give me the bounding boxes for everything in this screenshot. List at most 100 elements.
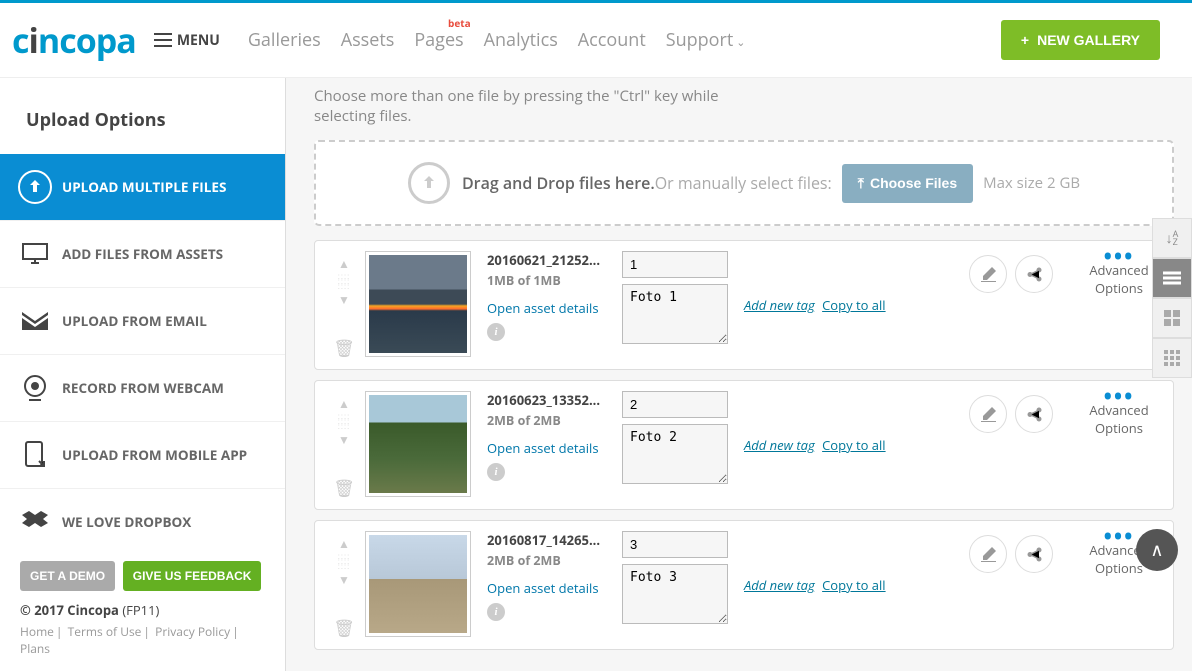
advanced-options[interactable]: ••• Advanced Options bbox=[1079, 391, 1159, 437]
max-size-label: Max size 2 GB bbox=[983, 173, 1080, 193]
order-input[interactable] bbox=[622, 251, 728, 278]
new-gallery-button[interactable]: NEW GALLERY bbox=[1001, 20, 1160, 60]
asset-filename: 20160623_13352... bbox=[487, 391, 612, 409]
sidebar-item-assets[interactable]: ADD FILES FROM ASSETS bbox=[0, 221, 285, 288]
footer-privacy[interactable]: Privacy Policy bbox=[155, 623, 230, 640]
add-tag-link[interactable]: Add new tag bbox=[744, 296, 815, 314]
asset-filename: 20160817_14265... bbox=[487, 531, 612, 549]
upload-arrow-icon bbox=[18, 170, 52, 204]
move-top-icon[interactable]: ▲ bbox=[338, 535, 350, 552]
nav-galleries[interactable]: Galleries bbox=[248, 28, 321, 52]
reorder-controls: ▲ :::::::::::: ▼ 🗑 bbox=[329, 391, 359, 499]
move-top-icon[interactable]: ▲ bbox=[338, 395, 350, 412]
dots-icon: ••• bbox=[1079, 391, 1159, 401]
edit-button[interactable] bbox=[969, 255, 1007, 293]
upload-hint: Choose more than one file by pressing th… bbox=[314, 86, 734, 140]
asset-thumbnail[interactable] bbox=[365, 251, 471, 357]
info-icon[interactable]: i bbox=[487, 323, 505, 341]
nav-analytics[interactable]: Analytics bbox=[484, 28, 558, 52]
move-bottom-icon[interactable]: ▼ bbox=[338, 571, 350, 588]
sidebar-item-mobile[interactable]: UPLOAD FROM MOBILE APP bbox=[0, 422, 285, 489]
info-icon[interactable]: i bbox=[487, 463, 505, 481]
drag-grip-icon[interactable]: :::::::::::: bbox=[338, 414, 350, 429]
asset-thumbnail[interactable] bbox=[365, 531, 471, 637]
nav-support[interactable]: Support⌄ bbox=[666, 28, 746, 52]
description-input[interactable]: Foto 1 bbox=[622, 284, 728, 344]
info-icon[interactable]: i bbox=[487, 603, 505, 621]
footer-home[interactable]: Home bbox=[20, 623, 54, 640]
copy-to-all-link[interactable]: Copy to all bbox=[822, 576, 885, 594]
footer-links: Home| Terms of Use| Privacy Policy| Plan… bbox=[20, 623, 265, 657]
asset-filesize: 2MB of 2MB bbox=[487, 552, 612, 569]
scroll-top-button[interactable]: ∧ bbox=[1136, 529, 1178, 571]
trash-icon[interactable]: 🗑 bbox=[333, 476, 355, 499]
trash-icon[interactable]: 🗑 bbox=[333, 336, 355, 359]
open-details-link[interactable]: Open asset details bbox=[487, 439, 612, 457]
reorder-controls: ▲ :::::::::::: ▼ 🗑 bbox=[329, 251, 359, 359]
feedback-button[interactable]: GIVE US FEEDBACK bbox=[123, 561, 262, 591]
asset-filesize: 1MB of 1MB bbox=[487, 272, 612, 289]
sidebar: Upload Options UPLOAD MULTIPLE FILES ADD… bbox=[0, 78, 286, 671]
asset-filesize: 2MB of 2MB bbox=[487, 412, 612, 429]
share-button[interactable] bbox=[1015, 535, 1053, 573]
drag-grip-icon[interactable]: :::::::::::: bbox=[338, 274, 350, 289]
get-demo-button[interactable]: GET A DEMO bbox=[20, 561, 115, 591]
right-rail: ↓AZ bbox=[1152, 218, 1192, 378]
move-bottom-icon[interactable]: ▼ bbox=[338, 431, 350, 448]
copy-to-all-link[interactable]: Copy to all bbox=[822, 436, 885, 454]
sidebar-item-webcam[interactable]: RECORD FROM WEBCAM bbox=[0, 355, 285, 422]
sidebar-item-label: UPLOAD MULTIPLE FILES bbox=[62, 178, 226, 196]
nav-assets[interactable]: Assets bbox=[341, 28, 395, 52]
header: cincopa MENU Galleries Assets Pagesbeta … bbox=[0, 3, 1192, 78]
sidebar-item-email[interactable]: UPLOAD FROM EMAIL bbox=[0, 288, 285, 355]
sidebar-item-upload-multiple[interactable]: UPLOAD MULTIPLE FILES bbox=[0, 154, 285, 221]
main-panel: Choose more than one file by pressing th… bbox=[286, 78, 1192, 671]
move-top-icon[interactable]: ▲ bbox=[338, 255, 350, 272]
sidebar-item-label: WE LOVE DROPBOX bbox=[62, 513, 191, 531]
order-input[interactable] bbox=[622, 391, 728, 418]
view-list-button[interactable] bbox=[1152, 258, 1192, 298]
copyright: © 2017 Cincopa (FP11) bbox=[20, 601, 265, 619]
trash-icon[interactable]: 🗑 bbox=[333, 616, 355, 639]
description-input[interactable]: Foto 3 bbox=[622, 564, 728, 624]
envelope-icon bbox=[18, 304, 52, 338]
monitor-icon bbox=[18, 237, 52, 271]
sort-alpha-button[interactable]: ↓AZ bbox=[1152, 218, 1192, 258]
add-tag-link[interactable]: Add new tag bbox=[744, 436, 815, 454]
copy-to-all-link[interactable]: Copy to all bbox=[822, 296, 885, 314]
view-grid-large-button[interactable] bbox=[1152, 298, 1192, 338]
menu-label: MENU bbox=[177, 31, 220, 50]
sidebar-item-label: UPLOAD FROM EMAIL bbox=[62, 312, 207, 330]
advanced-options[interactable]: ••• Advanced Options bbox=[1079, 251, 1159, 297]
share-button[interactable] bbox=[1015, 395, 1053, 433]
nav-account[interactable]: Account bbox=[578, 28, 646, 52]
add-tag-link[interactable]: Add new tag bbox=[744, 576, 815, 594]
asset-row: ▲ :::::::::::: ▼ 🗑 20160623_13352... 2MB… bbox=[314, 380, 1174, 510]
share-button[interactable] bbox=[1015, 255, 1053, 293]
view-grid-small-button[interactable] bbox=[1152, 338, 1192, 378]
move-bottom-icon[interactable]: ▼ bbox=[338, 291, 350, 308]
footer-terms[interactable]: Terms of Use bbox=[68, 623, 142, 640]
webcam-icon bbox=[18, 371, 52, 405]
order-input[interactable] bbox=[622, 531, 728, 558]
choose-files-button[interactable]: ⤒Choose Files bbox=[842, 164, 973, 203]
dots-icon: ••• bbox=[1079, 251, 1159, 261]
open-details-link[interactable]: Open asset details bbox=[487, 299, 612, 317]
nav-pages[interactable]: Pagesbeta bbox=[414, 28, 463, 52]
logo[interactable]: cincopa bbox=[12, 17, 136, 63]
asset-row: ▲ :::::::::::: ▼ 🗑 20160817_14265... 2MB… bbox=[314, 520, 1174, 650]
open-details-link[interactable]: Open asset details bbox=[487, 579, 612, 597]
description-input[interactable]: Foto 2 bbox=[622, 424, 728, 484]
sidebar-footer: GET A DEMO GIVE US FEEDBACK © 2017 Cinco… bbox=[0, 547, 285, 671]
footer-plans[interactable]: Plans bbox=[20, 640, 50, 657]
chevron-down-icon: ⌄ bbox=[736, 35, 745, 50]
drag-grip-icon[interactable]: :::::::::::: bbox=[338, 554, 350, 569]
edit-button[interactable] bbox=[969, 395, 1007, 433]
dropzone[interactable]: Drag and Drop files here.Or manually sel… bbox=[314, 140, 1174, 226]
dropbox-icon bbox=[18, 505, 52, 539]
asset-thumbnail[interactable] bbox=[365, 391, 471, 497]
edit-button[interactable] bbox=[969, 535, 1007, 573]
sidebar-item-dropbox[interactable]: WE LOVE DROPBOX bbox=[0, 489, 285, 556]
hamburger-icon bbox=[154, 33, 172, 47]
menu-toggle[interactable]: MENU bbox=[154, 31, 220, 50]
